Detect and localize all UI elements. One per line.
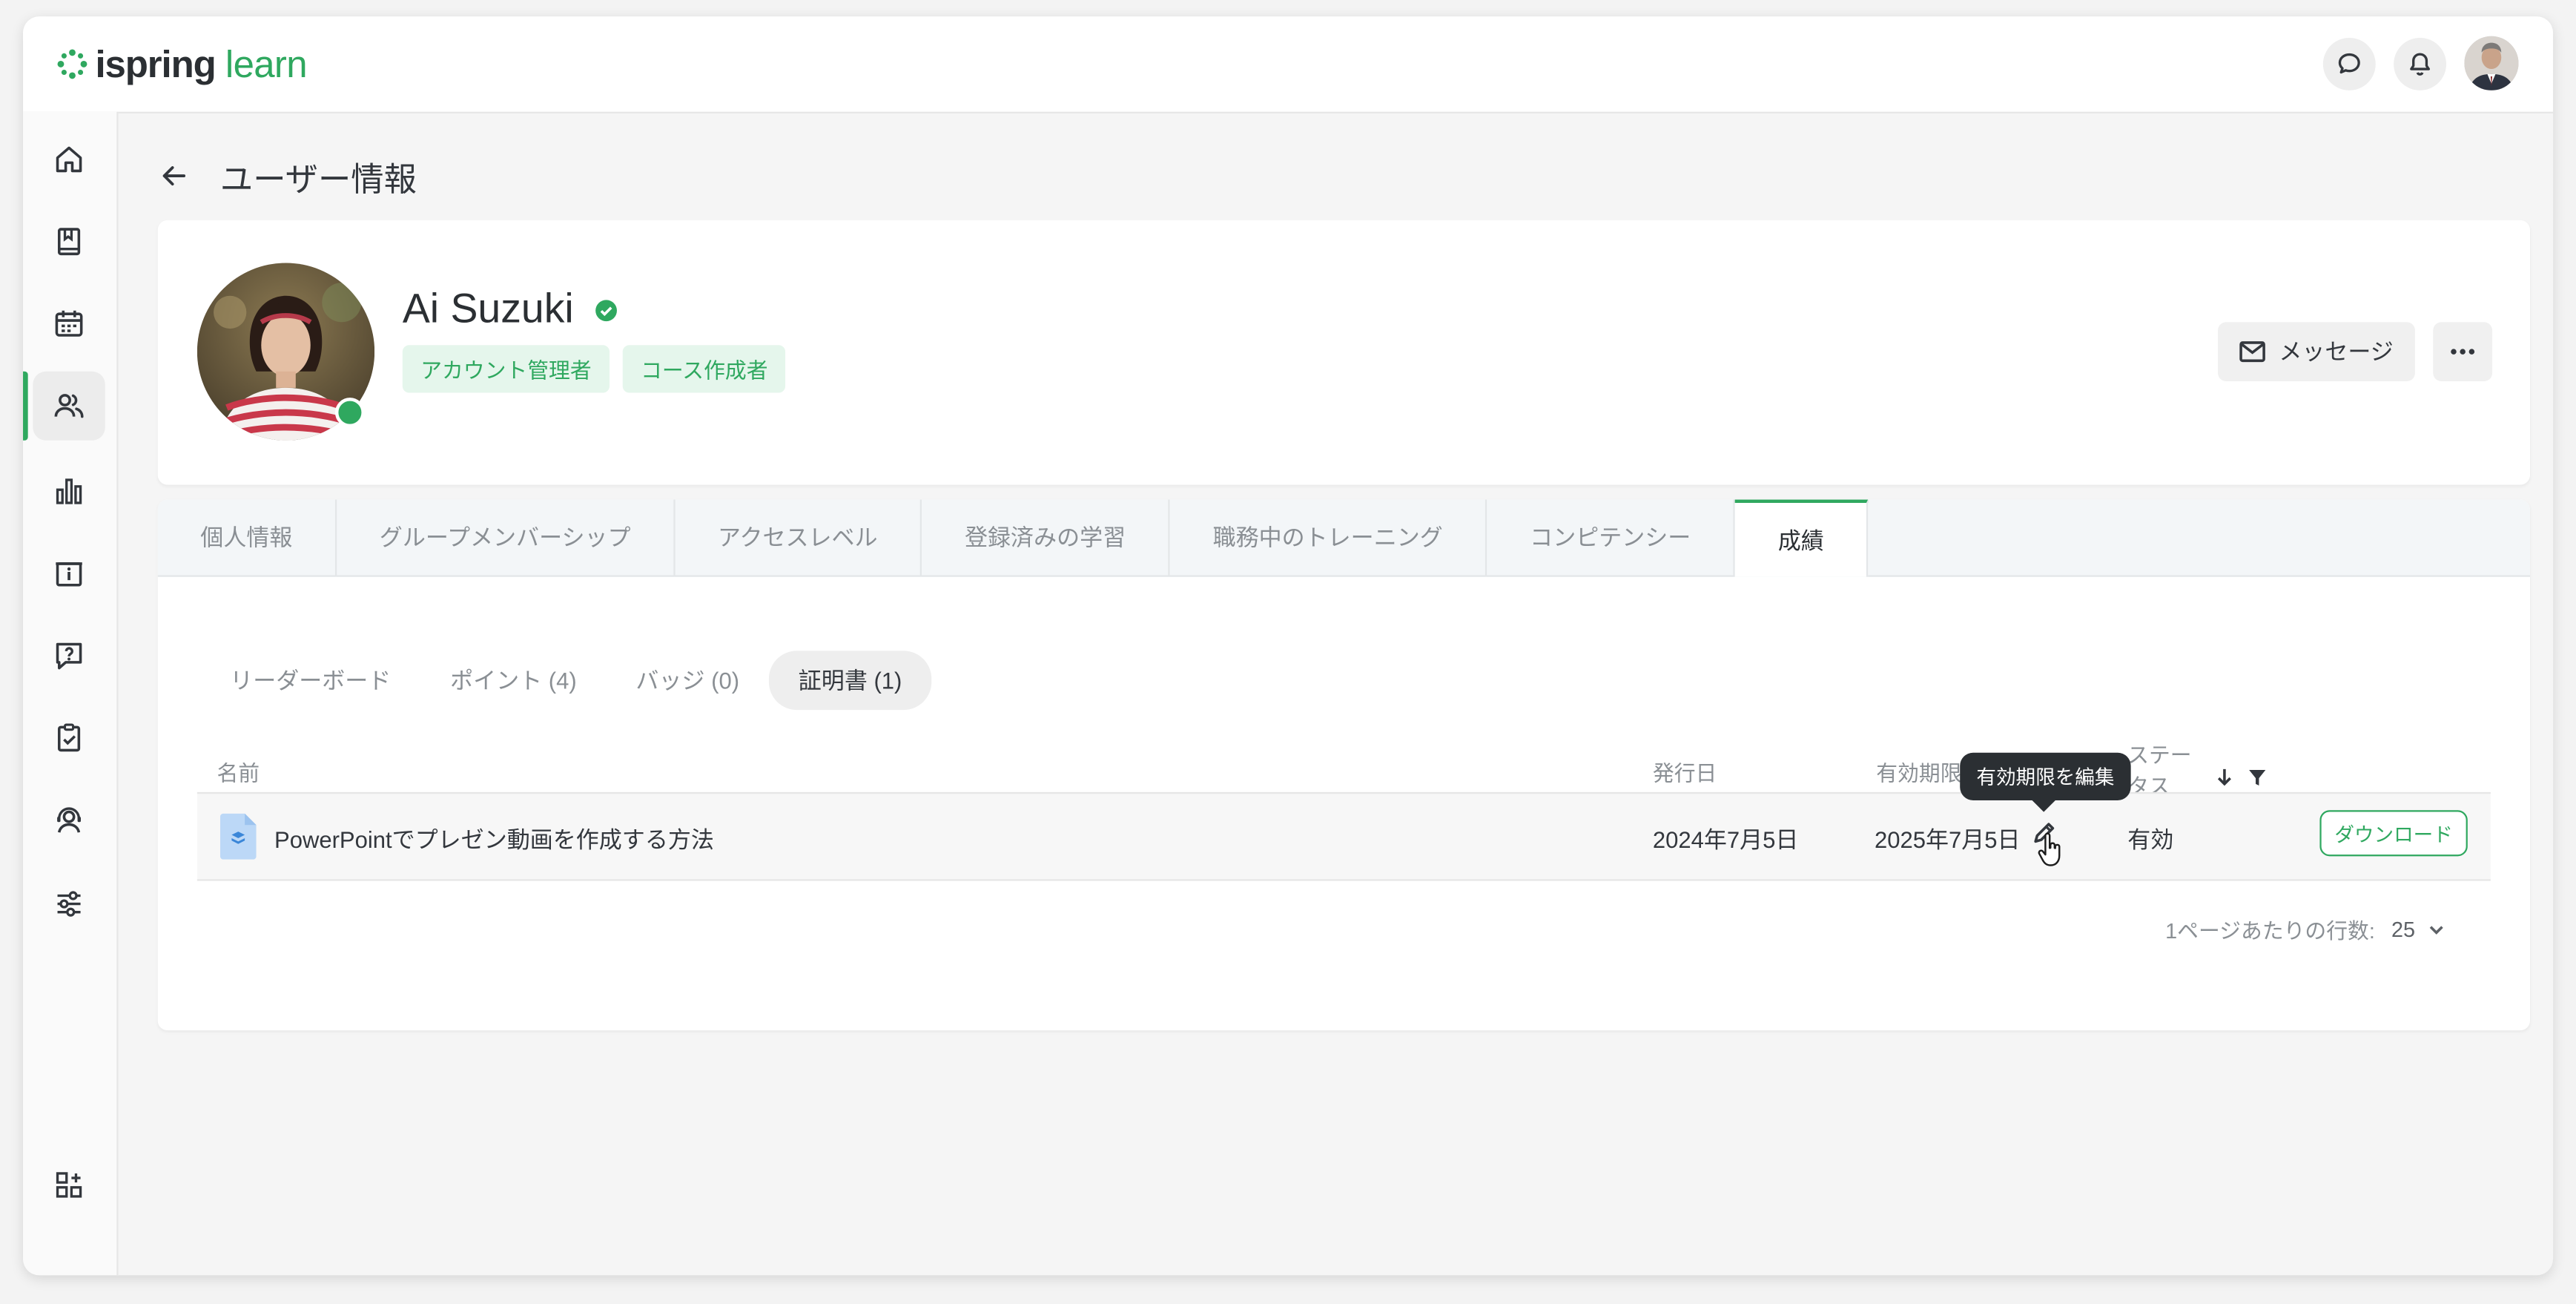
message-button[interactable]: メッセージ — [2218, 322, 2415, 382]
sidebar-item-assignments[interactable] — [33, 703, 105, 772]
tab-competencies[interactable]: コンピテンシー — [1487, 499, 1736, 576]
role-tag-course-author: コース作成者 — [622, 345, 786, 393]
subtab-badges[interactable]: バッジ (0) — [607, 651, 769, 710]
top-bar: ispring learn — [23, 16, 2554, 113]
download-button[interactable]: ダウンロード — [2319, 810, 2468, 857]
more-options-button[interactable] — [2433, 322, 2493, 382]
subtab-certificates[interactable]: 証明書 (1) — [768, 651, 932, 711]
tab-group-membership[interactable]: グループメンバーシップ — [337, 499, 676, 576]
sidebar-item-reports[interactable] — [33, 457, 105, 526]
tab-enrolled-learning[interactable]: 登録済みの学習 — [922, 499, 1170, 576]
chart-icon — [56, 478, 82, 504]
user-support-icon — [57, 807, 82, 833]
course-file-icon — [219, 813, 257, 860]
sidebar-item-apps[interactable] — [33, 1150, 105, 1219]
column-header-name[interactable]: 名前 — [217, 756, 260, 787]
logo-mark-icon — [57, 49, 87, 79]
chat-button[interactable] — [2322, 37, 2376, 90]
sidebar — [23, 111, 119, 1276]
app-window: ispring learn ユーザー情報 Ai Suzuki アカウント管理者 … — [23, 16, 2554, 1276]
users-icon — [54, 394, 84, 418]
certificate-expiry-date: 2025年7月5日 — [1874, 826, 2021, 853]
chat-icon — [2338, 53, 2360, 74]
page-title: ユーザー情報 — [219, 162, 417, 198]
page-header: ユーザー情報 — [158, 151, 417, 200]
role-tags: アカウント管理者 コース作成者 — [402, 345, 799, 393]
user-avatar[interactable] — [2464, 36, 2519, 90]
subtab-leaderboard[interactable]: リーダーボード — [200, 651, 420, 710]
clipboard-check-icon — [57, 723, 81, 752]
info-board-icon — [56, 562, 82, 587]
column-header-issued[interactable]: 発行日 — [1653, 756, 1717, 787]
user-avatar-image — [2464, 36, 2519, 90]
profile-card: Ai Suzuki アカウント管理者 コース作成者 メッセージ — [157, 220, 2531, 485]
sidebar-item-support[interactable] — [33, 786, 105, 854]
calendar-icon — [55, 310, 83, 337]
online-status-dot — [334, 398, 365, 428]
tab-on-the-job-training[interactable]: 職務中のトレーニング — [1170, 499, 1487, 576]
certificate-status: 有効 — [2127, 826, 2174, 853]
edit-expiry-tooltip: 有効期限を編集 — [1960, 752, 2131, 800]
book-icon — [57, 228, 81, 256]
subtab-bar: リーダーボード ポイント (4) バッジ (0) 証明書 (1) — [200, 651, 932, 711]
tab-access-level[interactable]: アクセスレベル — [675, 499, 922, 576]
column-header-expires[interactable]: 有効期限 — [1876, 756, 1961, 787]
logo-text-learn: learn — [225, 42, 308, 85]
sidebar-item-calendar[interactable] — [33, 289, 105, 358]
rows-per-page-label: 1ページあたりの行数: — [2165, 918, 2375, 944]
logo[interactable]: ispring learn — [56, 39, 308, 88]
mail-icon — [2239, 341, 2266, 363]
sliders-icon — [57, 891, 81, 917]
user-name: Ai Suzuki — [402, 286, 574, 332]
sidebar-active-indicator — [23, 371, 28, 441]
column-header-status-line1: ステー — [2127, 742, 2192, 768]
apps-icon — [56, 1172, 82, 1198]
hand-cursor-icon — [2038, 832, 2061, 866]
sidebar-item-questions[interactable] — [33, 621, 105, 690]
tab-bar: 個人情報 グループメンバーシップ アクセスレベル 登録済みの学習 職務中のトレー… — [157, 499, 2531, 577]
sidebar-item-settings[interactable] — [33, 869, 105, 938]
rows-per-page: 1ページあたりの行数: 25 — [2165, 914, 2445, 945]
certificate-issued-date: 2024年7月5日 — [1652, 826, 1799, 853]
back-arrow-icon[interactable] — [158, 159, 191, 192]
filter-icon[interactable] — [2248, 768, 2268, 788]
details-card: 個人情報 グループメンバーシップ アクセスレベル 登録済みの学習 職務中のトレー… — [157, 499, 2531, 1031]
more-icon — [2451, 349, 2475, 355]
table-row[interactable]: PowerPointでプレゼン動画を作成する方法 2024年7月5日 2025年… — [196, 791, 2491, 881]
logo-text-ispring: ispring — [95, 42, 217, 85]
chevron-down-icon[interactable] — [2428, 923, 2445, 936]
home-icon — [56, 146, 82, 173]
message-button-label: メッセージ — [2279, 338, 2394, 365]
sort-arrow-down-icon[interactable] — [2216, 768, 2233, 788]
notifications-button[interactable] — [2394, 37, 2447, 90]
tab-achievements[interactable]: 成績 — [1735, 499, 1869, 577]
bell-icon — [2410, 53, 2430, 76]
verified-icon — [595, 300, 617, 322]
tab-personal-info[interactable]: 個人情報 — [158, 499, 337, 576]
sidebar-item-users[interactable] — [33, 371, 105, 441]
sidebar-item-library[interactable] — [33, 207, 105, 276]
sidebar-item-home[interactable] — [33, 125, 105, 194]
sidebar-item-info-board[interactable] — [33, 539, 105, 608]
question-chat-icon — [56, 642, 82, 670]
subtab-points[interactable]: ポイント (4) — [420, 651, 606, 710]
rows-per-page-value[interactable]: 25 — [2391, 917, 2415, 941]
role-tag-account-admin: アカウント管理者 — [402, 345, 610, 393]
certificate-name[interactable]: PowerPointでプレゼン動画を作成する方法 — [274, 823, 714, 856]
